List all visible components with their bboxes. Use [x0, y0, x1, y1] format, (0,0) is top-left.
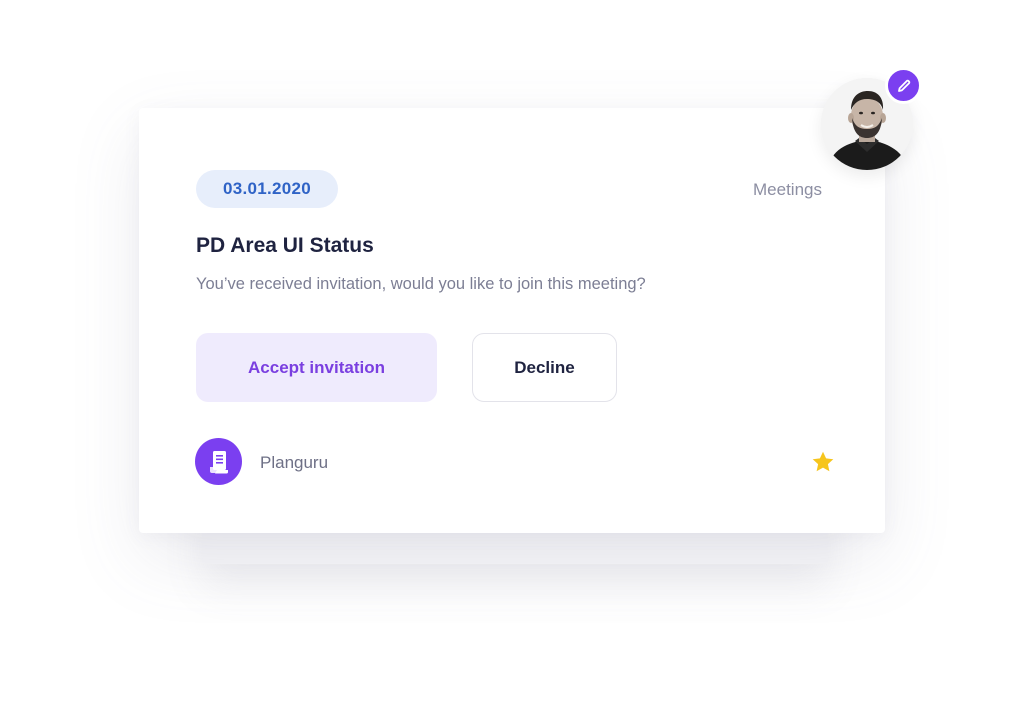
date-badge: 03.01.2020	[196, 170, 338, 208]
star-icon[interactable]	[811, 450, 835, 474]
invitation-message: You’ve received invitation, would you li…	[196, 275, 646, 293]
app-logo	[195, 438, 242, 485]
app-name: Planguru	[260, 453, 329, 472]
invitation-card: 03.01.2020 Meetings PD Area UI Status Yo…	[139, 108, 885, 533]
accept-invitation-button[interactable]: Accept invitation	[196, 333, 437, 402]
document-icon	[209, 450, 228, 473]
meeting-title: PD Area UI Status	[196, 234, 374, 257]
pencil-icon	[897, 79, 910, 92]
category-label: Meetings	[753, 180, 822, 199]
edit-profile-button[interactable]	[885, 67, 922, 104]
decline-button[interactable]: Decline	[472, 333, 617, 402]
stage: 03.01.2020 Meetings PD Area UI Status Yo…	[0, 0, 1024, 703]
